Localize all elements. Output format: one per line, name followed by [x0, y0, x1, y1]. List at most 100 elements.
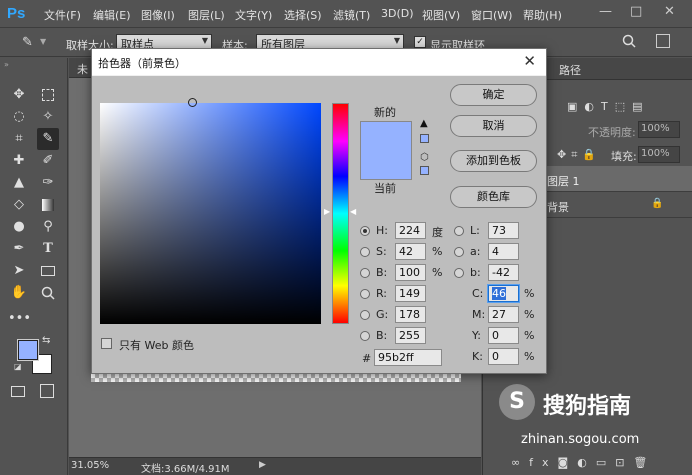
unit-percent: % [432, 245, 443, 258]
radio-g[interactable] [360, 310, 370, 320]
cyan-input[interactable]: 46 [487, 284, 520, 303]
collapse-icon[interactable]: » [4, 60, 9, 69]
lock-icons[interactable]: ✥⌗🔒 [557, 148, 601, 162]
lab-l-input[interactable]: 73 [488, 222, 519, 239]
workspace-icon[interactable] [656, 34, 670, 48]
saturation-input[interactable]: 42 [395, 243, 426, 260]
cancel-button[interactable]: 取消 [450, 115, 537, 137]
healing-icon[interactable]: ✚ [8, 150, 30, 172]
fill-input[interactable]: 100% [638, 146, 680, 163]
radio-h[interactable] [360, 226, 370, 236]
hand-icon[interactable]: ✋ [8, 282, 30, 304]
label-a: a: [470, 245, 481, 258]
radio-b[interactable] [360, 268, 370, 278]
red-input[interactable]: 149 [395, 285, 426, 302]
minimize-button[interactable]: — [599, 4, 612, 19]
opacity-input[interactable]: 100% [638, 121, 680, 138]
menu-help[interactable]: 帮助(H) [523, 7, 562, 23]
move-icon[interactable]: ✥ [8, 84, 30, 106]
cube-icon[interactable]: ⬡ [420, 152, 429, 163]
ok-button[interactable]: 确定 [450, 84, 537, 106]
menu-select[interactable]: 选择(S) [284, 7, 322, 23]
lab-a-input[interactable]: 4 [488, 243, 519, 260]
radio-lab-b[interactable] [454, 268, 464, 278]
swap-colors-icon[interactable]: ⇆ [42, 335, 50, 346]
green-input[interactable]: 178 [395, 306, 426, 323]
black-input[interactable]: 0 [488, 348, 519, 365]
color-field[interactable] [100, 98, 321, 324]
dialog-title-bar[interactable]: 拾色器（前景色） ✕ [92, 49, 546, 75]
status-menu-arrow-icon[interactable]: ▶ [259, 460, 266, 470]
type-icon[interactable]: T [37, 238, 59, 260]
more-tools-icon[interactable]: ••• [8, 308, 31, 330]
menu-view[interactable]: 视图(V) [422, 7, 460, 23]
magic-wand-icon[interactable]: ✧ [37, 106, 59, 128]
hue-slider-left-arrow-icon[interactable]: ▶ [324, 207, 330, 216]
screen-mode-icon[interactable] [40, 384, 54, 398]
yellow-input[interactable]: 0 [488, 327, 519, 344]
window-close-button[interactable]: ✕ [664, 4, 675, 19]
color-libraries-button[interactable]: 颜色库 [450, 186, 537, 208]
menu-image[interactable]: 图像(I) [141, 7, 175, 23]
label-b: B: [376, 266, 388, 279]
hue-input[interactable]: 224 [395, 222, 426, 239]
brightness-input[interactable]: 100 [395, 264, 426, 281]
history-brush-icon[interactable]: ✑ [37, 172, 59, 194]
layer-action-icons[interactable]: ∞fx◙◐▭⊡🗑 [511, 456, 656, 469]
layer-filter-icons[interactable]: ▣◐T⬚▤ [567, 100, 650, 113]
show-ring-checkbox[interactable]: ✓ [414, 36, 426, 48]
maximize-button[interactable]: □ [630, 4, 642, 19]
tab-paths[interactable]: 路径 [559, 62, 581, 78]
add-to-swatches-button[interactable]: 添加到色板 [450, 150, 537, 172]
web-safe-swatch[interactable] [420, 166, 429, 175]
blur-icon[interactable]: ● [8, 216, 30, 238]
radio-l[interactable] [454, 226, 464, 236]
stamp-icon[interactable]: ▲ [8, 172, 30, 194]
warning-icon[interactable]: ▲ [420, 118, 428, 129]
eraser-icon[interactable]: ◇ [8, 194, 30, 216]
search-icon[interactable] [622, 34, 636, 48]
menu-edit[interactable]: 编辑(E) [93, 7, 131, 23]
blue-input[interactable]: 255 [395, 327, 426, 344]
gradient-icon[interactable] [37, 194, 59, 216]
dodge-icon[interactable]: ⚲ [37, 216, 59, 238]
lab-b-input[interactable]: -42 [488, 264, 519, 281]
lasso-icon[interactable]: ◌ [8, 106, 30, 128]
radio-s[interactable] [360, 247, 370, 257]
tool-preset-chevron-icon[interactable]: ▼ [40, 37, 46, 46]
menu-layer[interactable]: 图层(L) [188, 7, 225, 23]
radio-rgb-b[interactable] [360, 331, 370, 341]
marquee-icon[interactable] [37, 84, 59, 106]
crop-icon[interactable]: ⌗ [8, 128, 30, 150]
hue-slider[interactable] [332, 103, 349, 324]
path-select-icon[interactable]: ➤ [8, 260, 30, 282]
eyedropper-tool-icon[interactable]: ✎ [37, 128, 59, 150]
eyedropper-icon[interactable]: ✎ [22, 35, 33, 50]
default-colors-icon[interactable]: ◪ [14, 362, 22, 371]
foreground-color-swatch[interactable] [17, 339, 39, 361]
pen-icon[interactable]: ✒ [8, 238, 30, 260]
hue-slider-right-arrow-icon[interactable]: ◀ [350, 207, 356, 216]
menu-filter[interactable]: 滤镜(T) [333, 7, 370, 23]
web-only-checkbox[interactable] [101, 338, 112, 349]
quick-mask-icon[interactable] [11, 386, 25, 397]
canvas-transparency-strip [91, 374, 461, 382]
hex-input[interactable]: 95b2ff [374, 349, 442, 366]
rectangle-icon[interactable] [37, 260, 59, 282]
radio-a[interactable] [454, 247, 464, 257]
gamut-swatch[interactable] [420, 134, 429, 143]
radio-r[interactable] [360, 289, 370, 299]
menu-window[interactable]: 窗口(W) [471, 7, 512, 23]
label-l: L: [470, 224, 480, 237]
color-field-marker[interactable] [187, 98, 197, 107]
zoom-level[interactable]: 31.05% [71, 460, 109, 471]
menu-file[interactable]: 文件(F) [44, 7, 81, 23]
lock-icon: 🔒 [651, 198, 664, 209]
magenta-input[interactable]: 27 [488, 306, 519, 323]
zoom-icon[interactable] [37, 282, 59, 304]
current-color-swatch[interactable] [360, 151, 412, 180]
menu-type[interactable]: 文字(Y) [235, 7, 272, 23]
brush-icon[interactable]: ✐ [37, 150, 59, 172]
menu-3d[interactable]: 3D(D) [381, 7, 414, 20]
dialog-close-button[interactable]: ✕ [523, 52, 536, 70]
